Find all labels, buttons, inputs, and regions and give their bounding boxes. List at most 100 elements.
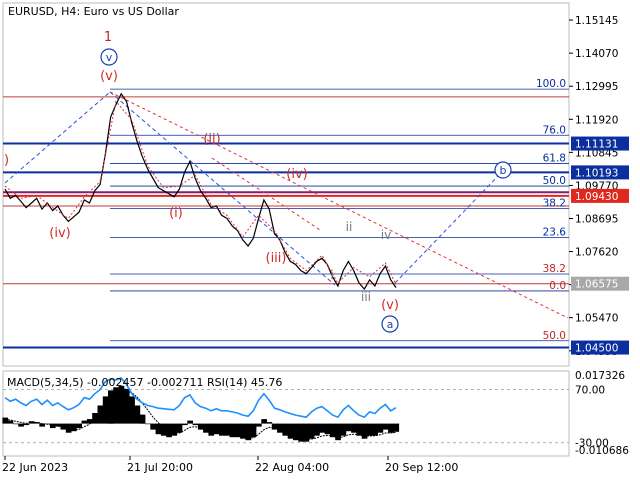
fib-level-label: 100.0 (536, 78, 566, 90)
fib-level-label: 38.2 (543, 197, 566, 209)
price-panel[interactable]: 100.076.061.850.038.223.6 38.20.050.0 1 … (2, 2, 570, 367)
macd-bar (393, 423, 400, 432)
macd-bar (86, 419, 93, 424)
time-tick-label: 20 Sep 12:00 (385, 461, 458, 474)
wave-label-small-iv: iv (381, 228, 391, 242)
macd-bar (129, 396, 135, 424)
macd-bar (356, 423, 363, 436)
macd-bar (166, 423, 172, 438)
macd-bar (330, 423, 336, 438)
wave-label-iii: (iii) (266, 251, 287, 266)
price-tick-label: 1.05470 (575, 313, 618, 325)
wave-label-i: (i) (169, 206, 183, 221)
macd-bar (314, 423, 320, 436)
symbol-label: EURUSD (8, 5, 54, 18)
macd-bar (187, 420, 193, 424)
macd-bar (277, 423, 283, 433)
indicator-panel[interactable]: MACD(5,34,5) -0.002457 -0.002711 RSI(14)… (2, 370, 570, 457)
macd-bar (113, 387, 119, 424)
fib-level-label: 23.6 (543, 226, 567, 238)
price-tag-label: 1.06575 (575, 279, 618, 291)
indicator-tick-label: -0.010686 (575, 445, 629, 457)
wave-label-v-minor: (v) (100, 69, 118, 84)
price-tick-label: 1.07620 (575, 247, 618, 259)
macd-bar (261, 419, 267, 424)
macd-bar (256, 423, 262, 427)
wave-label-iv-right: (iv) (286, 167, 307, 182)
macd-bar (108, 390, 114, 424)
macd-bar (12, 423, 19, 425)
macd-bar (366, 423, 373, 436)
macd-bar (351, 423, 357, 433)
macd-bar (266, 422, 273, 424)
indicator-tick-label: 70.00 (575, 385, 605, 397)
indicator-tick-label: 0.017326 (575, 370, 625, 382)
fib-level-label: 50.0 (543, 330, 566, 342)
macd-bar (18, 423, 24, 427)
chart-header: EURUSD, H4: Euro vs US Dollar (8, 5, 179, 18)
macd-bar (250, 423, 257, 438)
fib-level-label: 0.0 (549, 280, 566, 292)
wave-label-1: 1 (104, 30, 112, 45)
macd-bar (171, 423, 178, 436)
macd-bar (97, 405, 104, 424)
macd-bar (7, 420, 14, 424)
macd-bar (287, 423, 294, 439)
macd-bar (234, 423, 241, 438)
macd-bar (208, 423, 215, 436)
macd-bar (282, 423, 289, 436)
chart-canvas: 100.076.061.850.038.223.6 38.20.050.0 1 … (0, 0, 640, 480)
price-tick-label: 1.08695 (575, 213, 618, 225)
wave-label-small-i: i (330, 268, 333, 282)
wave-label-ii: (ii) (203, 132, 220, 147)
macd-bar (324, 423, 331, 435)
fib-level-label: 38.2 (543, 263, 566, 275)
indicator-title: MACD(5,34,5) -0.002457 -0.002711 RSI(14)… (7, 376, 282, 389)
macd-bar (102, 396, 109, 424)
timeframe-label: H4 (61, 5, 76, 18)
wave-label-v: v (106, 51, 113, 64)
time-tick-label: 22 Jun 2023 (2, 461, 68, 474)
macd-bar (139, 414, 146, 424)
macd-bar (182, 423, 188, 426)
price-tag-label: 1.11131 (575, 139, 618, 151)
macd-bar (118, 385, 125, 424)
macd-bar (377, 423, 384, 433)
macd-bar (76, 423, 82, 429)
macd-bar (293, 423, 299, 441)
wave-label-b: b (500, 164, 507, 177)
macd-bar (145, 423, 151, 425)
price-tick-label: 1.11920 (575, 114, 618, 126)
fib-level-label: 50.0 (543, 175, 566, 187)
price-tick-label: 1.14070 (575, 48, 618, 60)
macd-bar (308, 423, 315, 439)
macd-bar (123, 388, 130, 424)
macd-bar (192, 423, 199, 426)
macd-bar (382, 423, 389, 430)
fib-level-label: 76.0 (543, 124, 566, 136)
macd-bar (388, 423, 394, 433)
macd-bar (81, 420, 88, 424)
price-tag-label: 1.04500 (575, 343, 618, 355)
wave-label-v-bottom: (v) (381, 298, 399, 313)
macd-bar (203, 423, 209, 433)
macd-bar (2, 417, 9, 424)
price-tick-label: 1.15145 (575, 15, 618, 27)
macd-bar (134, 405, 141, 424)
time-tick-label: 21 Jul 20:00 (127, 461, 193, 474)
macd-bar (372, 423, 378, 436)
macd-bar (65, 423, 72, 433)
macd-bar (150, 423, 156, 430)
fib-level-label: 61.8 (543, 153, 566, 165)
wave-label-small-iii: iii (361, 290, 371, 304)
wave-label-small-ii: ii (346, 220, 353, 234)
symbol-description: Euro vs US Dollar (84, 5, 180, 18)
time-tick-label: 22 Aug 04:00 (255, 461, 329, 474)
price-tick-label: 1.12995 (575, 81, 618, 93)
macd-bar (340, 423, 347, 436)
macd-bar (23, 423, 30, 426)
wave-label-a: a (387, 318, 394, 331)
price-tag-label: 1.10193 (575, 167, 618, 179)
macd-bar (319, 423, 326, 433)
price-tag-label: 1.09430 (575, 191, 618, 203)
